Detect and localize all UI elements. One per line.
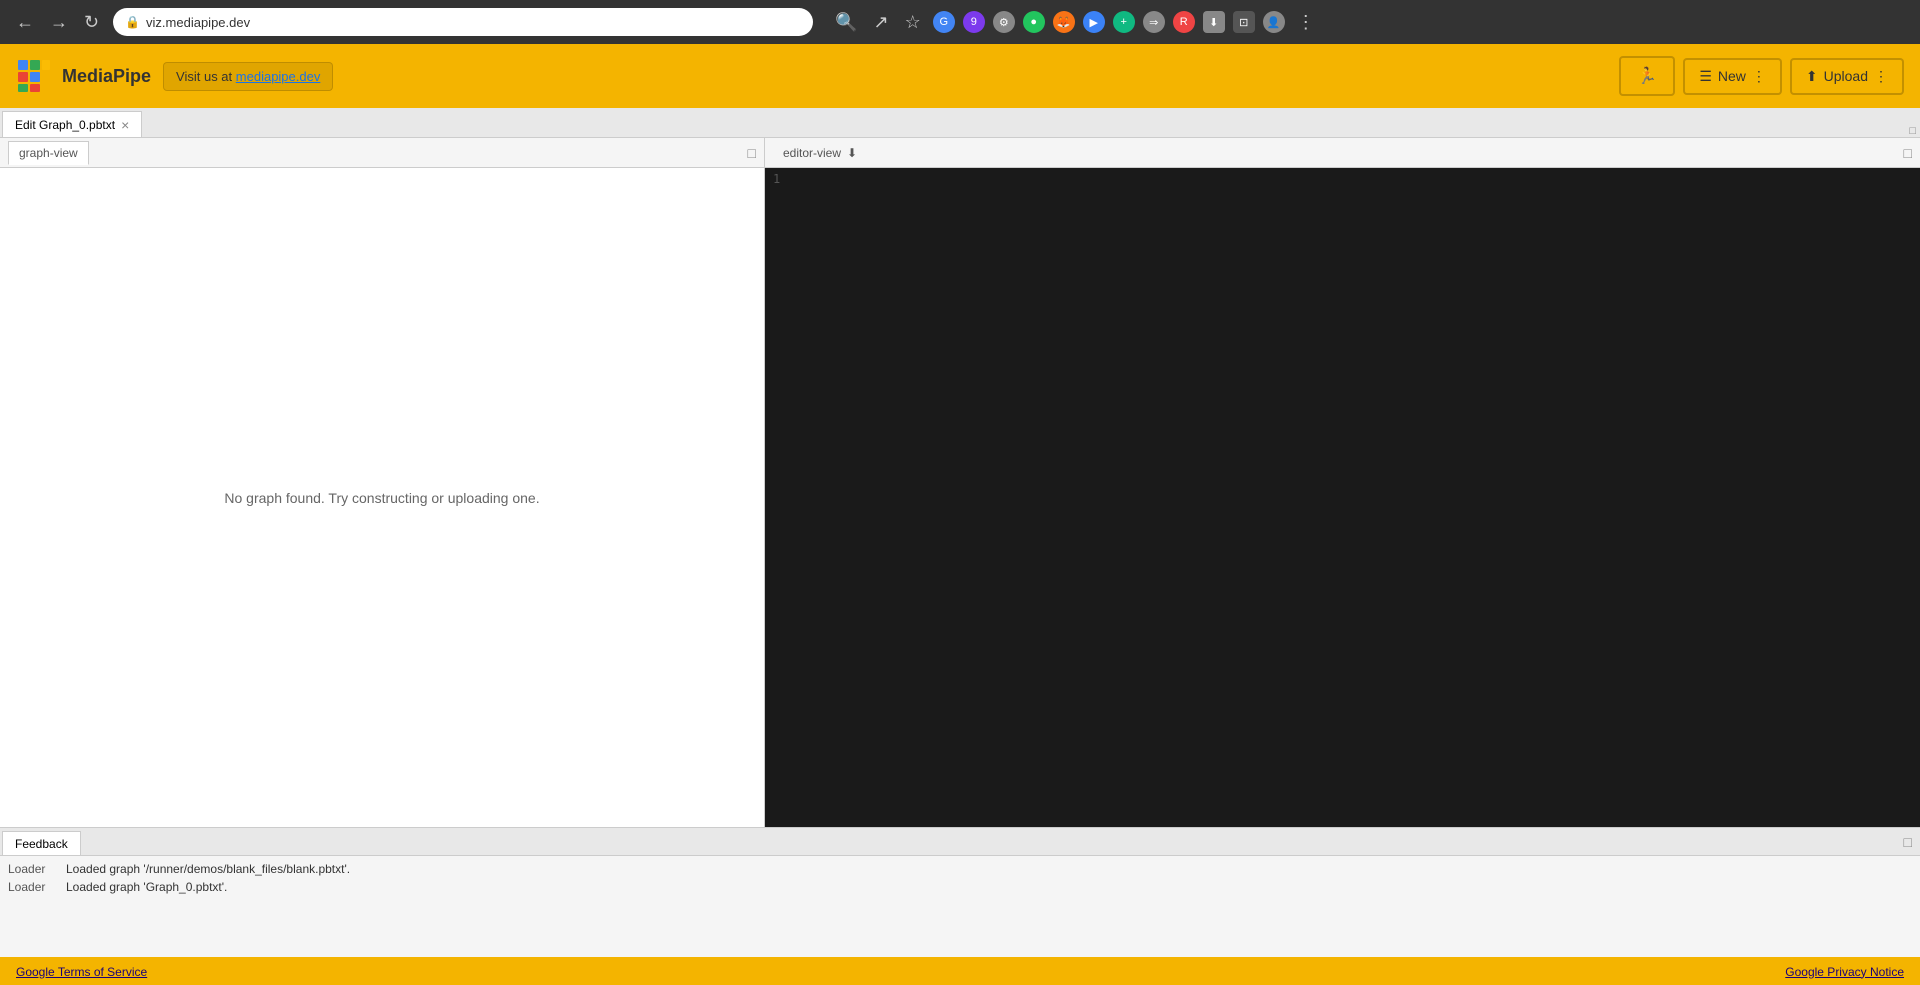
tab-maximize[interactable]: □ [1909,125,1920,137]
upload-icon: ⬆ [1806,68,1818,85]
reload-button[interactable]: ↻ [78,9,105,35]
graph-tab-close[interactable]: × [121,118,129,132]
panels: graph-view □ No graph found. Try constru… [0,138,1920,827]
upload-menu-icon: ⋮ [1874,68,1888,85]
editor-download-icon[interactable]: ⬇ [847,146,857,160]
ext-icon-6[interactable]: ▶ [1083,11,1105,33]
footer-right: Google Privacy Notice [1785,964,1904,979]
forward-button[interactable]: → [44,9,74,35]
line-1: 1 [773,172,780,186]
new-label: New [1718,68,1746,84]
maximize-icon: □ [1909,125,1916,137]
footer-left: Google Terms of Service [16,964,147,979]
browser-nav-buttons: ← → ↻ [10,9,105,35]
share-button[interactable]: ↗ [868,9,895,35]
ext-icon-11[interactable]: ⊡ [1233,11,1255,33]
new-button[interactable]: ☰ New ⋮ [1683,58,1782,95]
feedback-row-1: Loader Loaded graph '/runner/demos/blank… [0,860,1920,878]
bookmark-button[interactable]: ☆ [899,9,927,35]
feedback-tab[interactable]: Feedback [2,831,81,855]
line-numbers: 1 [765,168,788,827]
graph-tab-label: Edit Graph_0.pbtxt [15,118,115,132]
upload-label: Upload [1824,68,1868,84]
visit-link-container: Visit us at mediapipe.dev [163,62,333,91]
footer: Google Terms of Service Google Privacy N… [0,957,1920,985]
ext-icon-4[interactable]: ● [1023,11,1045,33]
editor-panel-maximize[interactable]: □ [1904,145,1912,161]
ext-icon-3[interactable]: ⚙ [993,11,1015,33]
graph-canvas: No graph found. Try constructing or uplo… [0,168,764,827]
feedback-label-2: Loader [8,880,58,894]
tab-bar: Edit Graph_0.pbtxt × □ [0,108,1920,138]
graph-view-tab[interactable]: graph-view [8,141,89,165]
terms-link[interactable]: Google Terms of Service [16,965,147,979]
search-button[interactable]: 🔍 [829,9,863,35]
profile-icon[interactable]: 👤 [1263,11,1285,33]
feedback-msg-2: Loaded graph 'Graph_0.pbtxt'. [66,880,227,894]
editor-view-tab[interactable]: editor-view ⬇ [773,142,867,164]
ext-icon-5[interactable]: 🦊 [1053,11,1075,33]
ext-icon-10[interactable]: ⬇ [1203,11,1225,33]
app-name: MediaPipe [62,66,151,87]
lock-icon: 🔒 [125,15,140,29]
editor-panel-header: editor-view ⬇ □ [765,138,1920,168]
more-button[interactable]: ⋮ [1291,9,1321,35]
graph-panel-maximize[interactable]: □ [748,145,756,161]
visit-link[interactable]: mediapipe.dev [236,69,321,84]
app-header: MediaPipe Visit us at mediapipe.dev 🏃 ☰ … [0,44,1920,108]
privacy-link[interactable]: Google Privacy Notice [1785,965,1904,979]
editor-tab-label: editor-view [783,146,841,160]
main-area: graph-view □ No graph found. Try constru… [0,138,1920,957]
feedback-row-2: Loader Loaded graph 'Graph_0.pbtxt'. [0,878,1920,896]
feedback-tab-bar: Feedback □ [0,828,1920,856]
browser-actions: 🔍 ↗ ☆ G 9 ⚙ ● 🦊 ▶ + ⇒ R ⬇ ⊡ 👤 ⋮ [829,9,1321,35]
ext-icon-7[interactable]: + [1113,11,1135,33]
feedback-msg-1: Loaded graph '/runner/demos/blank_files/… [66,862,350,876]
feedback-panel: Feedback □ Loader Loaded graph '/runner/… [0,827,1920,957]
address-bar[interactable]: 🔒 viz.mediapipe.dev [113,8,813,36]
right-panel: editor-view ⬇ □ 1 [765,138,1920,827]
browser-chrome: ← → ↻ 🔒 viz.mediapipe.dev 🔍 ↗ ☆ G 9 ⚙ ● … [0,0,1920,44]
ext-icon-2[interactable]: 9 [963,11,985,33]
feedback-label-1: Loader [8,862,58,876]
new-menu-icon: ⋮ [1752,68,1766,85]
url-text: viz.mediapipe.dev [146,15,250,30]
visit-label: Visit us at [176,69,232,84]
app-logo: MediaPipe [16,58,151,94]
editor-content: 1 [765,168,1920,827]
no-graph-message: No graph found. Try constructing or uplo… [224,490,539,506]
feedback-maximize[interactable]: □ [1904,834,1920,850]
ext-icon-8[interactable]: ⇒ [1143,11,1165,33]
list-icon: ☰ [1699,68,1712,85]
ext-icon-1[interactable]: G [933,11,955,33]
header-right: 🏃 ☰ New ⋮ ⬆ Upload ⋮ [1619,56,1904,96]
run-icon: 🏃 [1637,66,1657,86]
graph-panel-header: graph-view □ [0,138,764,168]
upload-button[interactable]: ⬆ Upload ⋮ [1790,58,1904,95]
left-panel: graph-view □ No graph found. Try constru… [0,138,765,827]
run-button[interactable]: 🏃 [1619,56,1675,96]
mediapipe-logo-icon [16,58,52,94]
back-button[interactable]: ← [10,9,40,35]
ext-icon-9[interactable]: R [1173,11,1195,33]
graph-tab[interactable]: Edit Graph_0.pbtxt × [2,111,142,137]
feedback-content: Loader Loaded graph '/runner/demos/blank… [0,856,1920,957]
